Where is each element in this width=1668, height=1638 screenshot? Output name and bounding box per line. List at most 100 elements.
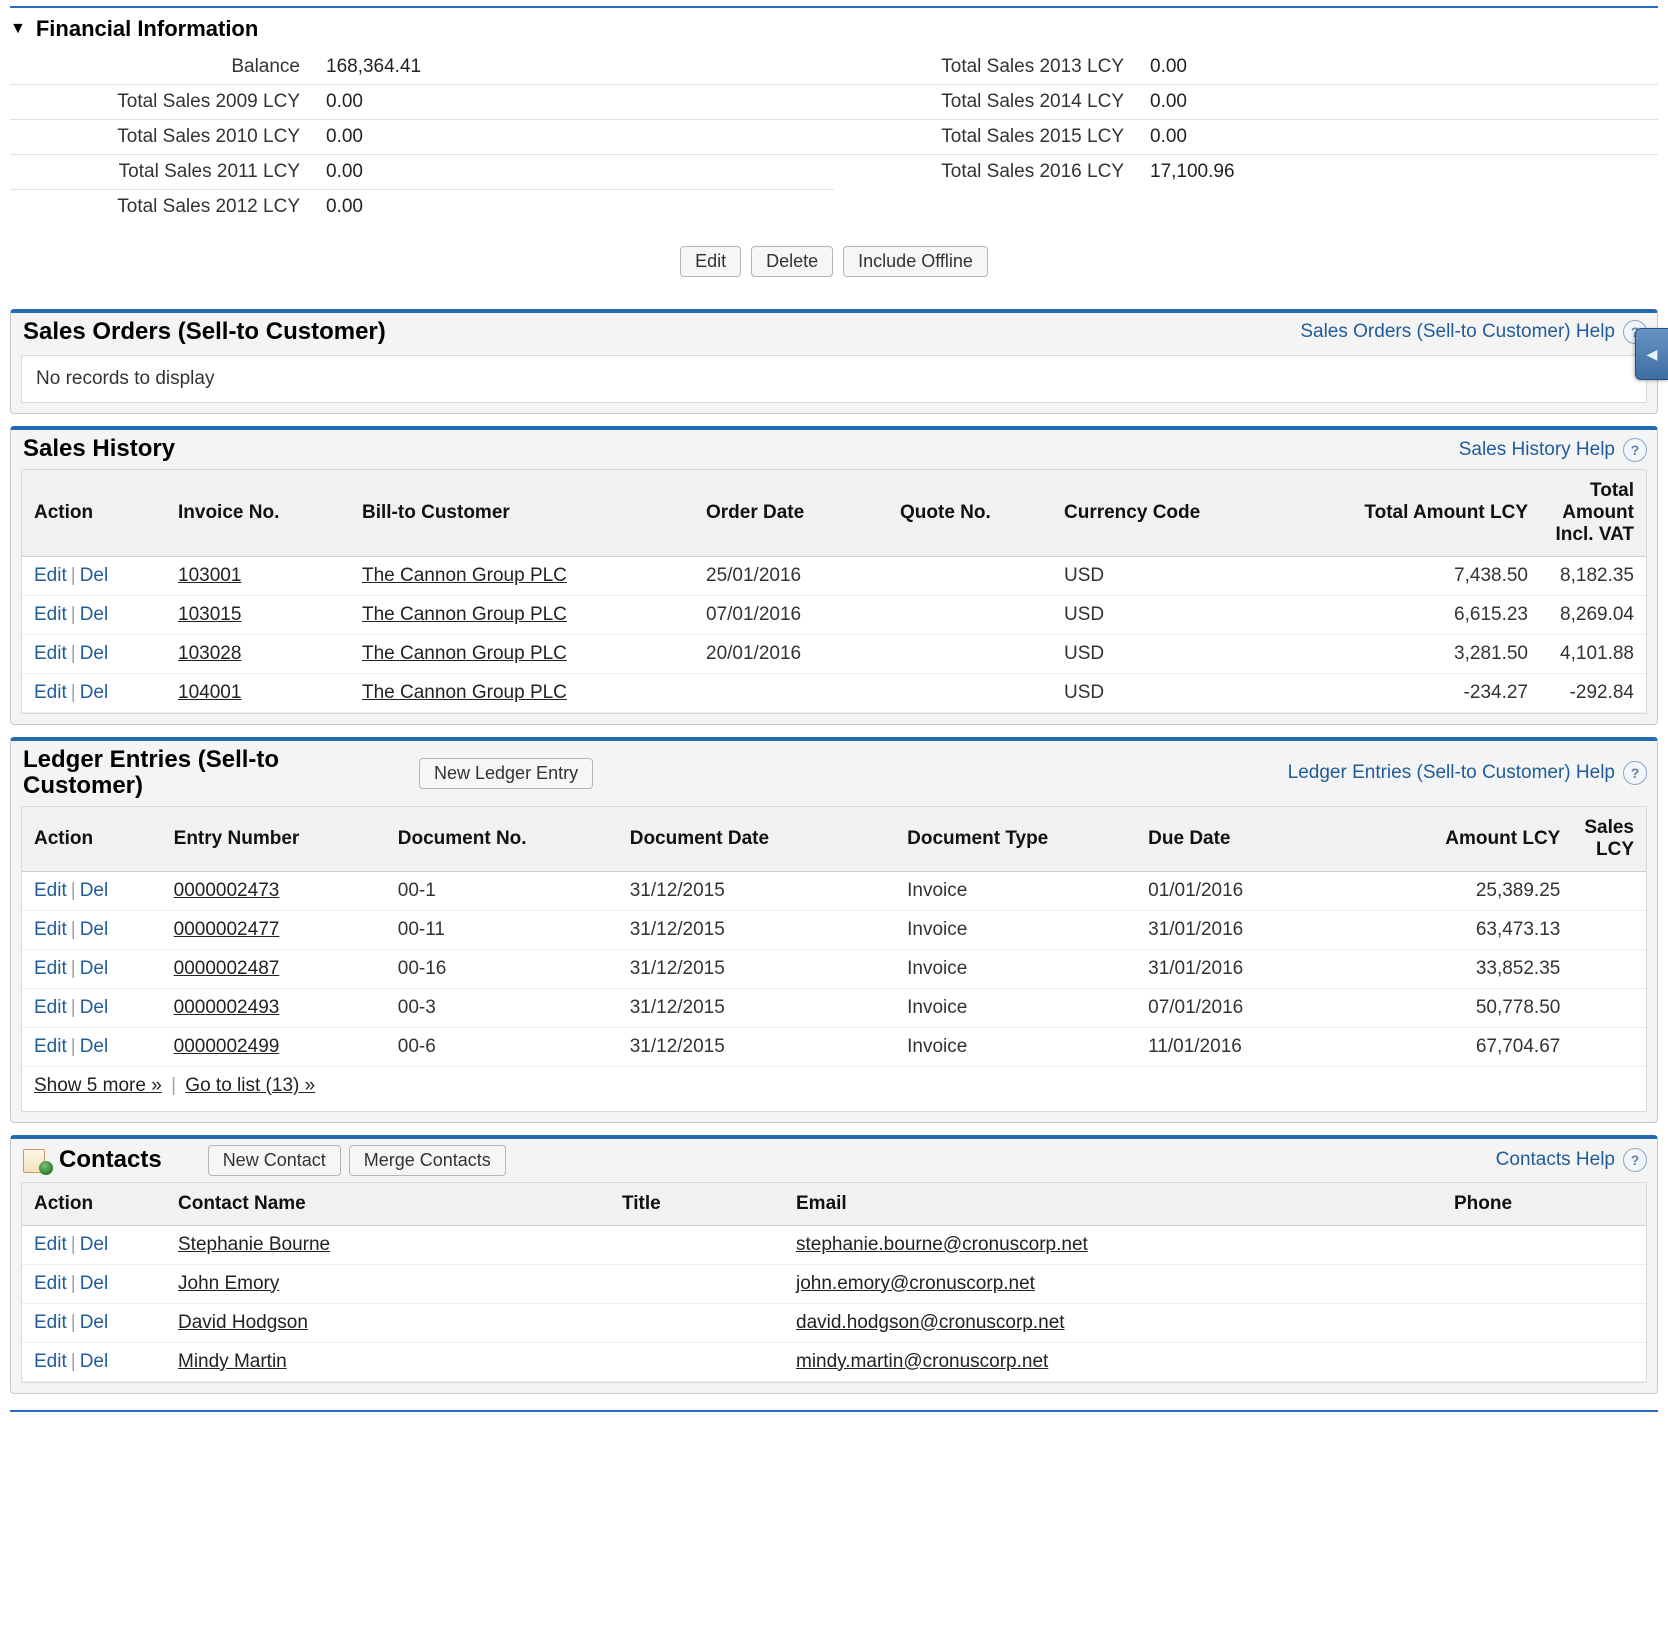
edit-link[interactable]: Edit bbox=[34, 1351, 67, 1372]
financial-info-value: 0.00 bbox=[326, 126, 363, 148]
delete-link[interactable]: Del bbox=[80, 997, 109, 1018]
entry-number-link[interactable]: 0000002499 bbox=[174, 1036, 280, 1057]
table-row: Edit|Del103015The Cannon Group PLC07/01/… bbox=[22, 595, 1646, 634]
contact-email-link[interactable]: david.hodgson@cronuscorp.net bbox=[796, 1312, 1065, 1333]
document-type-cell: Invoice bbox=[895, 1027, 1136, 1066]
include-offline-button[interactable]: Include Offline bbox=[843, 246, 988, 277]
help-icon[interactable]: ? bbox=[1623, 438, 1647, 462]
col-currency: Currency Code bbox=[1052, 470, 1266, 557]
edit-button[interactable]: Edit bbox=[680, 246, 741, 277]
amount-lcy-cell: 67,704.67 bbox=[1350, 1027, 1572, 1066]
action-cell: Edit|Del bbox=[22, 556, 166, 595]
col-quote-no: Quote No. bbox=[888, 470, 1052, 557]
contact-name-link[interactable]: John Emory bbox=[178, 1273, 279, 1294]
entry-number-link[interactable]: 0000002487 bbox=[174, 958, 280, 979]
delete-link[interactable]: Del bbox=[80, 1351, 109, 1372]
action-cell: Edit|Del bbox=[22, 1225, 166, 1264]
delete-link[interactable]: Del bbox=[80, 1273, 109, 1294]
edit-link[interactable]: Edit bbox=[34, 1273, 67, 1294]
amount-lcy-cell: 33,852.35 bbox=[1350, 949, 1572, 988]
financial-info-row: Balance168,364.41 bbox=[10, 50, 834, 84]
bill-to-customer-link[interactable]: The Cannon Group PLC bbox=[362, 682, 567, 703]
sales-orders-help-link[interactable]: Sales Orders (Sell-to Customer) Help bbox=[1300, 321, 1615, 343]
total-amount-lcy-cell: 3,281.50 bbox=[1266, 634, 1540, 673]
bill-to-customer-link[interactable]: The Cannon Group PLC bbox=[362, 643, 567, 664]
total-amount-incl-vat-cell: 8,269.04 bbox=[1540, 595, 1646, 634]
delete-link[interactable]: Del bbox=[80, 604, 109, 625]
side-collapse-tab[interactable] bbox=[1635, 328, 1668, 380]
edit-link[interactable]: Edit bbox=[34, 919, 67, 940]
invoice-link[interactable]: 103015 bbox=[178, 604, 241, 625]
contact-name-link[interactable]: Stephanie Bourne bbox=[178, 1234, 330, 1255]
delete-button[interactable]: Delete bbox=[751, 246, 833, 277]
delete-link[interactable]: Del bbox=[80, 1036, 109, 1057]
entry-number-link[interactable]: 0000002493 bbox=[174, 997, 280, 1018]
invoice-link[interactable]: 103028 bbox=[178, 643, 241, 664]
edit-link[interactable]: Edit bbox=[34, 880, 67, 901]
delete-link[interactable]: Del bbox=[80, 919, 109, 940]
entry-number-link[interactable]: 0000002473 bbox=[174, 880, 280, 901]
edit-link[interactable]: Edit bbox=[34, 958, 67, 979]
delete-link[interactable]: Del bbox=[80, 1234, 109, 1255]
document-no-cell: 00-1 bbox=[386, 871, 618, 910]
due-date-cell: 31/01/2016 bbox=[1136, 949, 1350, 988]
contact-phone-cell bbox=[1442, 1225, 1646, 1264]
ledger-show-more-link[interactable]: Show 5 more » bbox=[34, 1075, 162, 1096]
financial-info-label: Total Sales 2016 LCY bbox=[834, 161, 1150, 183]
ledger-go-to-list-link[interactable]: Go to list (13) » bbox=[185, 1075, 315, 1096]
new-ledger-entry-button[interactable]: New Ledger Entry bbox=[419, 758, 593, 789]
delete-link[interactable]: Del bbox=[80, 958, 109, 979]
table-row: Edit|Del000000248700-1631/12/2015Invoice… bbox=[22, 949, 1646, 988]
sales-lcy-cell bbox=[1572, 949, 1646, 988]
contact-email-link[interactable]: stephanie.bourne@cronuscorp.net bbox=[796, 1234, 1088, 1255]
delete-link[interactable]: Del bbox=[80, 643, 109, 664]
document-no-cell: 00-16 bbox=[386, 949, 618, 988]
bill-to-customer-link[interactable]: The Cannon Group PLC bbox=[362, 604, 567, 625]
edit-link[interactable]: Edit bbox=[34, 682, 67, 703]
invoice-link[interactable]: 103001 bbox=[178, 565, 241, 586]
help-icon[interactable]: ? bbox=[1623, 761, 1647, 785]
contact-name-link[interactable]: David Hodgson bbox=[178, 1312, 308, 1333]
edit-link[interactable]: Edit bbox=[34, 1234, 67, 1255]
sales-history-help-link[interactable]: Sales History Help bbox=[1459, 439, 1615, 461]
ledger-entries-help-link[interactable]: Ledger Entries (Sell-to Customer) Help bbox=[1288, 762, 1615, 784]
currency-cell: USD bbox=[1052, 556, 1266, 595]
due-date-cell: 31/01/2016 bbox=[1136, 910, 1350, 949]
delete-link[interactable]: Del bbox=[80, 1312, 109, 1333]
delete-link[interactable]: Del bbox=[80, 565, 109, 586]
contact-phone-cell bbox=[1442, 1264, 1646, 1303]
entry-number-link[interactable]: 0000002477 bbox=[174, 919, 280, 940]
contacts-help-link[interactable]: Contacts Help bbox=[1496, 1149, 1615, 1171]
collapse-icon[interactable]: ▼ bbox=[10, 21, 26, 37]
edit-link[interactable]: Edit bbox=[34, 643, 67, 664]
contact-name-link[interactable]: Mindy Martin bbox=[178, 1351, 287, 1372]
financial-info-label: Total Sales 2013 LCY bbox=[834, 56, 1150, 78]
edit-link[interactable]: Edit bbox=[34, 997, 67, 1018]
contacts-panel: Contacts New Contact Merge Contacts Cont… bbox=[10, 1135, 1658, 1394]
due-date-cell: 07/01/2016 bbox=[1136, 988, 1350, 1027]
financial-information-section: ▼ Financial Information Balance168,364.4… bbox=[10, 8, 1658, 232]
col-action: Action bbox=[22, 470, 166, 557]
invoice-link[interactable]: 104001 bbox=[178, 682, 241, 703]
edit-link[interactable]: Edit bbox=[34, 1036, 67, 1057]
edit-link[interactable]: Edit bbox=[34, 604, 67, 625]
contact-title-cell bbox=[610, 1342, 784, 1381]
financial-info-label: Total Sales 2012 LCY bbox=[10, 196, 326, 218]
merge-contacts-button[interactable]: Merge Contacts bbox=[349, 1145, 506, 1176]
total-amount-incl-vat-cell: -292.84 bbox=[1540, 673, 1646, 712]
order-date-cell: 20/01/2016 bbox=[694, 634, 888, 673]
edit-link[interactable]: Edit bbox=[34, 1312, 67, 1333]
financial-info-value: 0.00 bbox=[326, 91, 363, 113]
bill-to-customer-link[interactable]: The Cannon Group PLC bbox=[362, 565, 567, 586]
delete-link[interactable]: Del bbox=[80, 682, 109, 703]
table-row: Edit|Del103028The Cannon Group PLC20/01/… bbox=[22, 634, 1646, 673]
contact-email-link[interactable]: john.emory@cronuscorp.net bbox=[796, 1273, 1035, 1294]
contact-email-link[interactable]: mindy.martin@cronuscorp.net bbox=[796, 1351, 1048, 1372]
new-contact-button[interactable]: New Contact bbox=[208, 1145, 341, 1176]
action-cell: Edit|Del bbox=[22, 910, 162, 949]
col-action: Action bbox=[22, 807, 162, 872]
financial-info-label: Total Sales 2015 LCY bbox=[834, 126, 1150, 148]
delete-link[interactable]: Del bbox=[80, 880, 109, 901]
edit-link[interactable]: Edit bbox=[34, 565, 67, 586]
help-icon[interactable]: ? bbox=[1623, 1148, 1647, 1172]
